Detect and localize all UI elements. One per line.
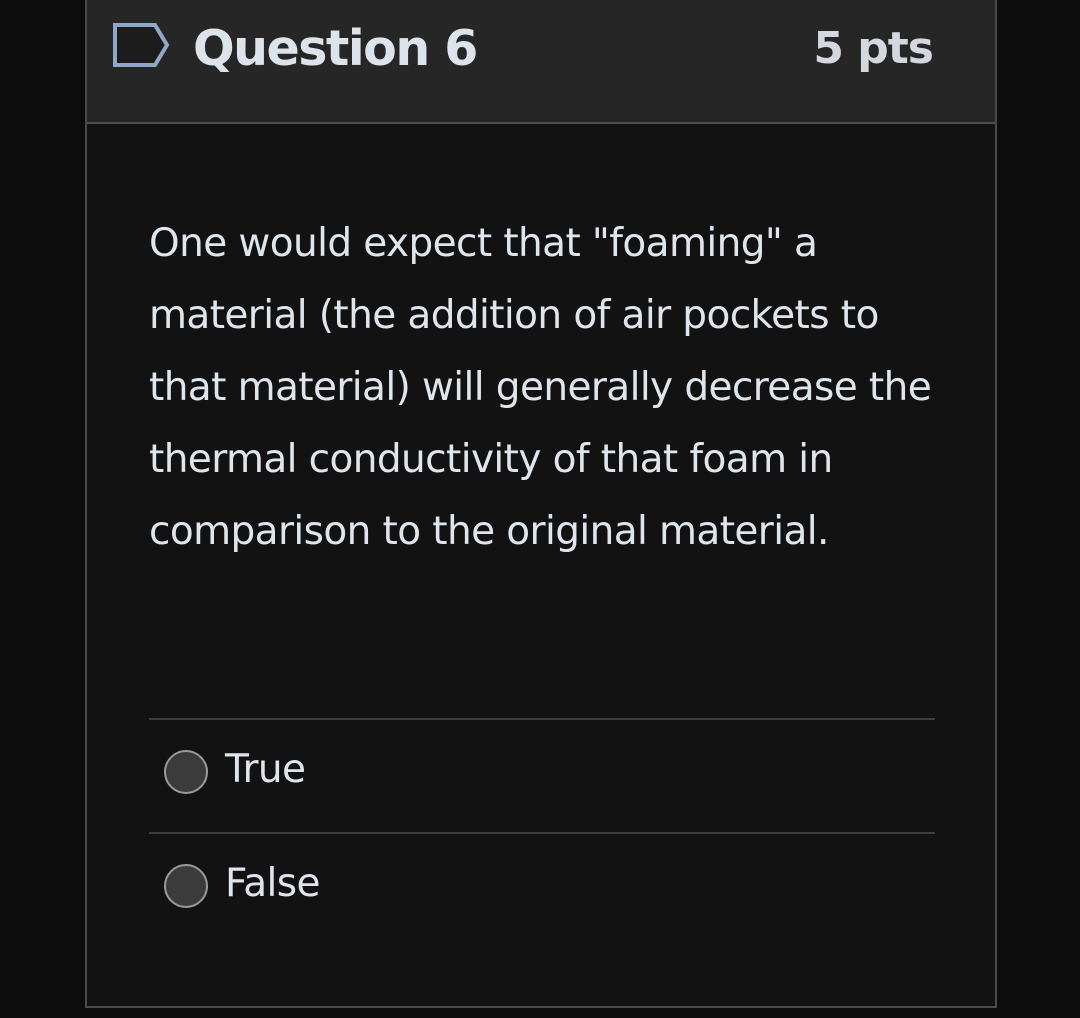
answer-list: True False [149, 718, 935, 946]
flag-icon[interactable] [111, 21, 171, 69]
radio-button-true[interactable] [164, 750, 208, 794]
answer-label-false[interactable]: False [225, 856, 321, 912]
answer-option-false[interactable]: False [149, 834, 935, 946]
question-header: Question 6 5 pts [87, 0, 995, 124]
radio-button-false[interactable] [164, 864, 208, 908]
question-card: Question 6 5 pts One would expect that "… [85, 0, 997, 1008]
question-title: Question 6 [193, 20, 478, 77]
question-text: One would expect that "foaming" a materi… [149, 221, 932, 554]
question-points: 5 pts [813, 23, 934, 74]
answer-option-true[interactable]: True [149, 720, 935, 832]
answer-label-true[interactable]: True [225, 742, 306, 798]
